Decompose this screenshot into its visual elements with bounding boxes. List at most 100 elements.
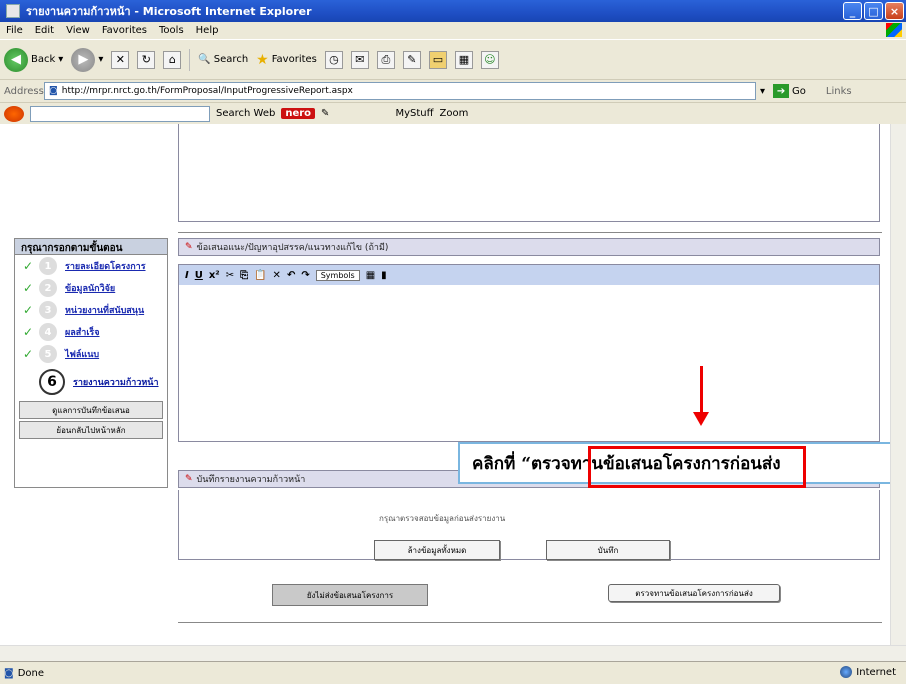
minimize-button[interactable]: _ — [843, 2, 862, 20]
favorites-button[interactable]: ★ Favorites — [256, 52, 317, 68]
nero-button[interactable]: nero — [281, 108, 316, 119]
status-bar: ◙ Done Internet — [0, 661, 906, 684]
msn-search-input[interactable] — [30, 105, 210, 122]
step-number: 2 — [39, 279, 57, 297]
undo-icon[interactable]: ↶ — [287, 270, 295, 281]
highlight-icon[interactable]: ✎ — [321, 108, 329, 119]
vertical-scrollbar[interactable] — [890, 124, 906, 645]
clear-all-button[interactable]: ล้างข้อมูลทั้งหมด — [374, 540, 500, 560]
address-dropdown-icon[interactable]: ▾ — [760, 86, 765, 97]
go-label: Go — [792, 85, 806, 97]
address-input[interactable]: ◙ http://mrpr.nrct.go.th/FormProposal/In… — [44, 82, 756, 100]
menu-bar: File Edit View Favorites Tools Help — [0, 22, 906, 39]
star-icon: ★ — [256, 51, 269, 68]
standard-toolbar: ◀ Back ▾ ▶ ▾ ✕ ↻ ⌂ 🔍 Search ★ Favorites … — [0, 39, 906, 79]
step-link[interactable]: ข้อมูลนักวิจัย — [65, 281, 115, 295]
superscript-icon[interactable]: x² — [209, 270, 220, 281]
divider — [178, 622, 882, 623]
step-link[interactable]: รายงานความก้าวหน้า — [73, 375, 159, 389]
back-button[interactable]: ◀ Back ▾ — [4, 47, 64, 72]
history-icon[interactable]: ◷ — [324, 50, 343, 69]
step-number: 6 — [39, 369, 65, 395]
underline-icon[interactable]: U — [195, 270, 203, 281]
step-link[interactable]: รายละเอียดโครงการ — [65, 259, 146, 273]
search-button[interactable]: 🔍 Search — [198, 54, 248, 65]
step-number: 1 — [39, 257, 57, 275]
report-note: กรุณาตรวจสอบข้อมูลก่อนส่งรายงาน — [379, 514, 506, 523]
menu-tools[interactable]: Tools — [159, 25, 184, 36]
arrow-down-icon — [693, 412, 709, 426]
table-icon[interactable]: ▦ — [366, 270, 375, 281]
zoom-button[interactable]: Zoom — [439, 108, 468, 119]
check-icon: ✓ — [23, 303, 34, 317]
marker-icon: ✎ — [185, 474, 193, 484]
go-button[interactable]: ➔ Go — [773, 84, 806, 98]
check-icon: ✓ — [23, 259, 34, 273]
redo-icon[interactable]: ↷ — [301, 270, 309, 281]
mystuff-button[interactable]: MyStuff — [395, 108, 433, 119]
messenger-icon[interactable]: ☺ — [480, 50, 499, 69]
edit-icon[interactable]: ✎ — [402, 50, 421, 69]
address-url: http://mrpr.nrct.go.th/FormProposal/Inpu… — [61, 86, 353, 96]
cut-icon[interactable]: ✂ — [226, 270, 234, 281]
step-link[interactable]: หน่วยงานที่สนับสนุน — [65, 303, 144, 317]
menu-favorites[interactable]: Favorites — [102, 25, 147, 36]
symbols-dropdown[interactable]: Symbols — [315, 269, 360, 281]
refresh-icon[interactable]: ↻ — [137, 50, 156, 69]
step-panel: กรุณากรอกตามขั้นตอน ✓ 1 รายละเอียดโครงกา… — [14, 238, 168, 488]
home-icon[interactable]: ⌂ — [163, 50, 182, 69]
menu-file[interactable]: File — [6, 25, 23, 36]
save-button[interactable]: บันทึก — [546, 540, 670, 560]
print-icon[interactable]: ⎙ — [376, 50, 395, 69]
search-icon: 🔍 — [198, 54, 211, 65]
main-form: ✎ ข้อเสนอแนะ/ปัญหาอุปสรรค/แนวทางแก้ไข (ถ… — [178, 124, 880, 606]
step-number: 3 — [39, 301, 57, 319]
delete-icon[interactable]: ✕ — [273, 270, 281, 281]
marker-icon: ✎ — [185, 242, 193, 252]
back-label: Back — [31, 54, 56, 65]
menu-view[interactable]: View — [66, 25, 90, 36]
arrow-line — [700, 366, 703, 414]
step-item[interactable]: ✓ 4 ผลสำเร็จ — [15, 321, 167, 343]
review-before-submit-button[interactable]: ตรวจทานข้อเสนอโครงการก่อนส่ง — [608, 584, 780, 602]
dropdown-icon: ▾ — [58, 54, 64, 65]
favorites-label: Favorites — [271, 54, 317, 65]
divider — [178, 232, 882, 233]
step-link[interactable]: ไฟล์แนบ — [65, 347, 99, 361]
back-to-main-button[interactable]: ย้อนกลับไปหน้าหลัก — [19, 421, 163, 439]
folder-icon[interactable]: ▭ — [428, 50, 447, 69]
save-all-button[interactable]: ดูแลการบันทึกข้อเสนอ — [19, 401, 163, 419]
rich-text-editor[interactable]: I U x² ✂ ⎘ 📋 ✕ ↶ ↷ Symbols ▦ ▮ — [178, 264, 880, 442]
close-button[interactable]: × — [885, 2, 904, 20]
not-submit-button[interactable]: ยังไม่ส่งข้อเสนอโครงการ — [272, 584, 428, 606]
search-web-button[interactable]: Search Web — [216, 108, 275, 119]
links-label[interactable]: Links — [826, 86, 852, 97]
previous-text-area[interactable] — [178, 124, 880, 222]
step-number: 4 — [39, 323, 57, 341]
menu-edit[interactable]: Edit — [35, 25, 54, 36]
mail-icon[interactable]: ✉ — [350, 50, 369, 69]
check-icon: ✓ — [23, 281, 34, 295]
step-item[interactable]: ✓ 2 ข้อมูลนักวิจัย — [15, 277, 167, 299]
dropdown-icon: ▾ — [98, 54, 104, 65]
copy-icon[interactable]: ⎘ — [240, 270, 248, 281]
research-icon[interactable]: ▦ — [454, 50, 473, 69]
italic-icon[interactable]: I — [185, 270, 189, 281]
msn-butterfly-icon[interactable] — [4, 105, 24, 122]
address-label: Address — [4, 85, 44, 97]
windows-logo-icon — [886, 23, 902, 37]
step-item[interactable]: ✓ 1 รายละเอียดโครงการ — [15, 255, 167, 277]
step-item[interactable]: ✓ 3 หน่วยงานที่สนับสนุน — [15, 299, 167, 321]
horizontal-scrollbar[interactable] — [0, 645, 906, 661]
menu-help[interactable]: Help — [196, 25, 219, 36]
step-item-current[interactable]: 6 รายงานความก้าวหน้า — [15, 365, 167, 399]
step-link[interactable]: ผลสำเร็จ — [65, 325, 100, 339]
globe-icon — [840, 666, 853, 678]
forward-button[interactable]: ▶ ▾ — [71, 47, 104, 72]
step-item[interactable]: ✓ 5 ไฟล์แนบ — [15, 343, 167, 365]
report-area: กรุณาตรวจสอบข้อมูลก่อนส่งรายงาน — [178, 490, 880, 560]
resize-icon[interactable]: ▮ — [381, 270, 387, 281]
paste-icon[interactable]: 📋 — [254, 270, 266, 281]
stop-icon[interactable]: ✕ — [111, 50, 130, 69]
maximize-button[interactable]: □ — [864, 2, 883, 20]
